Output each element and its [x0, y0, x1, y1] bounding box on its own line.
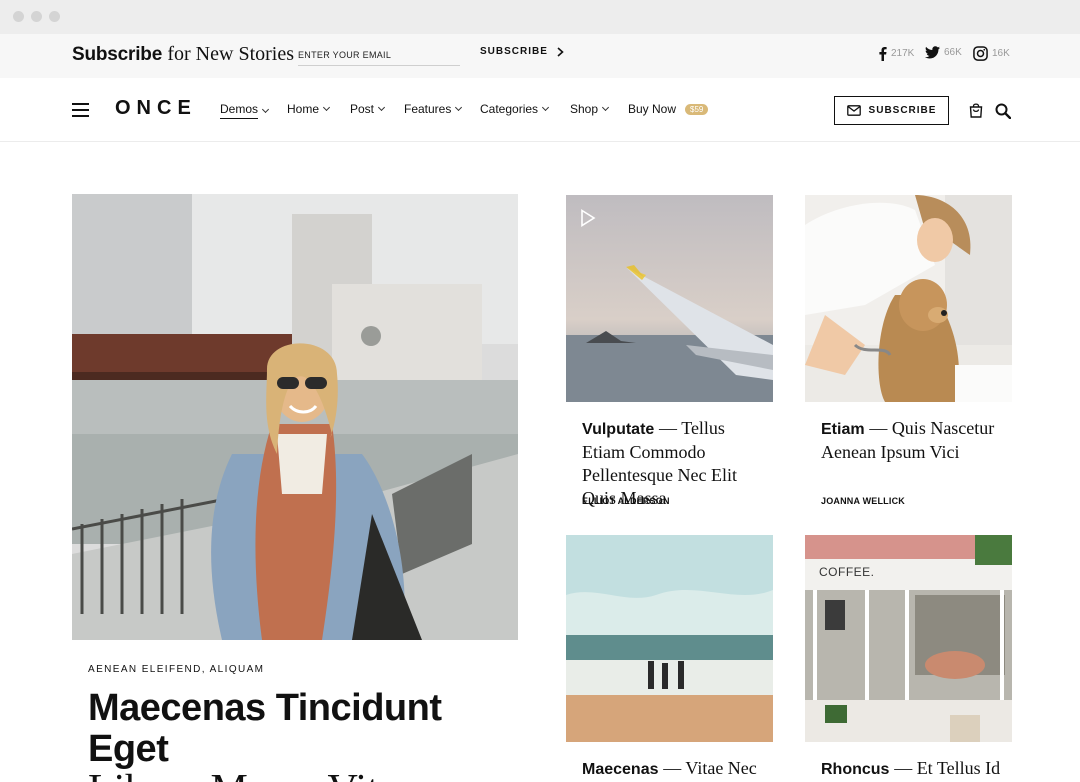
chevron-down-icon — [377, 103, 386, 112]
instagram-link[interactable]: 16K — [973, 46, 1010, 61]
facebook-link[interactable]: 217K — [878, 46, 914, 61]
subscribe-bar-title-bold: Subscribe — [72, 44, 163, 65]
nav-item-label: Categories — [480, 102, 539, 116]
card-image-airplane[interactable] — [566, 195, 773, 402]
menu-icon[interactable] — [72, 103, 89, 117]
instagram-count: 16K — [992, 48, 1010, 59]
airplane-photo — [566, 195, 773, 402]
main-nav: ONCE Demos Home Post Features Categories… — [0, 78, 1080, 142]
search-icon — [995, 103, 1012, 120]
window-minimize-button[interactable] — [31, 11, 42, 22]
chevron-down-icon — [601, 103, 610, 112]
chevron-down-icon — [541, 103, 550, 112]
subscribe-button[interactable]: SUBSCRIBE — [834, 96, 949, 125]
twitter-link[interactable]: 66K — [925, 46, 962, 59]
nav-item-buy-now[interactable]: Buy Now $59 — [628, 102, 709, 116]
subscribe-bar: Subscribe for New Stories SUBSCRIBE 217K… — [0, 34, 1080, 78]
subscribe-bar-title-rest: for New Stories — [167, 43, 294, 65]
nav-item-label: Home — [287, 102, 320, 116]
nav-item-home[interactable]: Home — [287, 102, 331, 116]
chevron-right-icon — [557, 46, 564, 57]
chevron-down-icon — [322, 103, 331, 112]
twitter-count: 66K — [944, 47, 962, 58]
hero-image[interactable] — [72, 194, 518, 640]
chevron-down-icon — [455, 103, 463, 112]
price-badge: $59 — [685, 103, 709, 115]
card-title[interactable]: Etiam — Quis Nascetur Aenean Ipsum Vici — [821, 417, 1011, 464]
dog-photo — [805, 195, 1012, 402]
nav-item-label: Shop — [570, 102, 599, 116]
card-title-rest: — Et Tellus Id — [894, 758, 1001, 778]
hero-title-rest: Libero Massa Vitae — [88, 769, 518, 782]
cart-icon — [969, 103, 983, 118]
site-logo[interactable]: ONCE — [115, 97, 197, 120]
nav-item-label: Buy Now — [628, 102, 677, 116]
card-image-coffee[interactable]: COFFEE. — [805, 535, 1012, 742]
nav-item-post[interactable]: Post — [350, 102, 386, 116]
subscribe-bar-button-label: SUBSCRIBE — [480, 46, 548, 57]
card-author[interactable]: ELLIOT ALDERSON — [582, 496, 670, 506]
nav-item-categories[interactable]: Categories — [480, 102, 550, 116]
card-title-bold: Maecenas — [582, 761, 659, 778]
email-input[interactable] — [298, 44, 460, 66]
subscribe-button-label: SUBSCRIBE — [868, 105, 937, 116]
mail-icon — [846, 105, 861, 116]
subscribe-bar-title: Subscribe for New Stories — [72, 43, 294, 66]
nav-item-shop[interactable]: Shop — [570, 102, 610, 116]
hero-title[interactable]: Maecenas Tincidunt Eget Libero Massa Vit… — [88, 688, 518, 782]
card-image-beach[interactable] — [566, 535, 773, 742]
search-button[interactable] — [995, 103, 1012, 124]
hero-title-bold: Maecenas Tincidunt Eget — [88, 687, 442, 770]
nav-item-features[interactable]: Features — [404, 102, 463, 116]
hero-category[interactable]: AENEAN ELEIFEND, ALIQUAM — [88, 664, 264, 675]
beach-photo — [566, 535, 773, 742]
play-icon[interactable] — [580, 209, 596, 227]
card-title-bold: Rhoncus — [821, 761, 890, 778]
window-close-button[interactable] — [13, 11, 24, 22]
card-image-dog[interactable] — [805, 195, 1012, 402]
card-title-bold: Etiam — [821, 421, 865, 438]
card-title[interactable]: Rhoncus — Et Tellus Id — [821, 757, 1011, 781]
cart-button[interactable] — [969, 103, 983, 123]
facebook-icon — [879, 47, 887, 61]
nav-item-label: Features — [404, 102, 452, 116]
chevron-down-icon — [261, 105, 270, 113]
instagram-icon — [973, 46, 988, 61]
card-title-rest: — Vitae Nec — [663, 758, 757, 778]
nav-item-label: Post — [350, 102, 375, 116]
card-author[interactable]: JOANNA WELLICK — [821, 496, 905, 506]
card-title-bold: Vulputate — [582, 421, 655, 438]
facebook-count: 217K — [891, 48, 915, 59]
card-title[interactable]: Maecenas — Vitae Nec — [582, 757, 772, 781]
window-chrome — [0, 0, 1080, 34]
coffee-sign: COFFEE. — [819, 565, 875, 579]
nav-item-demos[interactable]: Demos — [220, 102, 270, 119]
hero-photo — [72, 194, 518, 640]
twitter-icon — [925, 46, 940, 59]
window-maximize-button[interactable] — [49, 11, 60, 22]
nav-item-label: Demos — [220, 102, 259, 119]
subscribe-bar-button[interactable]: SUBSCRIBE — [480, 46, 564, 57]
